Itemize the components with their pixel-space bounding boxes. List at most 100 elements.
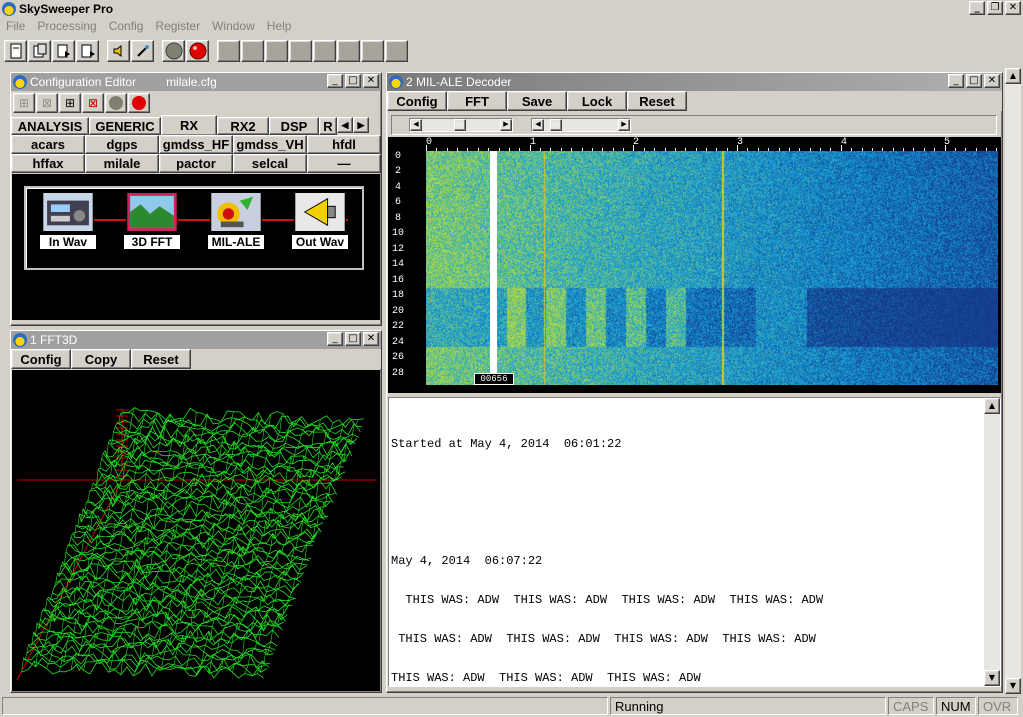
tab-r[interactable]: R xyxy=(319,117,337,135)
lock-button[interactable]: Lock xyxy=(567,91,627,111)
mdi-vertical-scrollbar[interactable]: ▲ ▼ xyxy=(1005,68,1021,694)
config-button[interactable]: Config xyxy=(11,349,71,369)
node-mil-ale[interactable]: MIL-ALE xyxy=(208,192,264,249)
slider-left-icon[interactable]: ◀ xyxy=(410,119,422,131)
maximize-icon[interactable]: □ xyxy=(345,332,361,346)
save-file-icon[interactable] xyxy=(52,40,75,62)
stop-icon[interactable] xyxy=(162,40,185,62)
decoder-hffax[interactable]: hffax xyxy=(11,154,85,173)
decoder-titlebar[interactable]: 2 MIL-ALE Decoder _ □ ✕ xyxy=(387,73,1002,91)
node-3d-fft[interactable]: 3D FFT xyxy=(124,192,180,249)
decoder-gmdss-vh[interactable]: gmdss_VH xyxy=(233,135,307,154)
minimize-icon[interactable]: _ xyxy=(327,74,343,88)
tab-rx[interactable]: RX xyxy=(161,115,217,135)
stop-icon[interactable] xyxy=(105,93,127,113)
copy-button[interactable]: Copy xyxy=(71,349,131,369)
status-text: Running xyxy=(610,697,886,715)
open-file-icon[interactable] xyxy=(28,40,51,62)
toolbar-slot-4[interactable] xyxy=(289,40,312,62)
fft3d-titlebar[interactable]: 1 FFT3D _ □ ✕ xyxy=(11,331,381,349)
tab-scroll-left-icon[interactable]: ◀ xyxy=(337,117,353,133)
tab-dsp[interactable]: DSP xyxy=(269,117,319,135)
close-icon[interactable]: ✕ xyxy=(363,74,379,88)
new-file-icon[interactable] xyxy=(4,40,27,62)
node-out-wav[interactable]: Out Wav xyxy=(292,192,348,249)
decoder-hfdl[interactable]: hfdl xyxy=(307,135,381,154)
minimize-icon[interactable]: _ xyxy=(948,74,964,88)
slider-thumb[interactable] xyxy=(550,119,562,131)
maximize-icon[interactable]: □ xyxy=(345,74,361,88)
record-icon[interactable] xyxy=(186,40,209,62)
scroll-down-icon[interactable]: ▼ xyxy=(984,670,1000,686)
toolbar-slot-7[interactable] xyxy=(361,40,384,62)
gain-slider[interactable]: ◀ ▶ xyxy=(409,118,513,132)
menu-processing[interactable]: Processing xyxy=(31,19,102,35)
record-icon[interactable] xyxy=(128,93,150,113)
toolbar-slot-6[interactable] xyxy=(337,40,360,62)
slider-left-icon[interactable]: ◀ xyxy=(532,119,544,131)
toolbar-slot-3[interactable] xyxy=(265,40,288,62)
close-icon[interactable]: ✕ xyxy=(363,332,379,346)
menu-file[interactable]: File xyxy=(0,19,31,35)
config-button[interactable]: Config xyxy=(387,91,447,111)
scroll-down-icon[interactable]: ▼ xyxy=(1005,678,1021,694)
tuning-marker[interactable] xyxy=(490,151,497,373)
minimize-icon[interactable]: _ xyxy=(327,332,343,346)
menu-register[interactable]: Register xyxy=(149,19,206,35)
fft-button[interactable]: FFT xyxy=(447,91,507,111)
decoder-milale[interactable]: milale xyxy=(85,154,159,173)
slider-right-icon[interactable]: ▶ xyxy=(618,119,630,131)
tab-scroll-right-icon[interactable]: ▶ xyxy=(353,117,369,133)
y-tick: 20 xyxy=(391,306,404,317)
tab-generic[interactable]: GENERIC xyxy=(89,117,161,135)
save-button[interactable]: Save xyxy=(507,91,567,111)
speaker-icon[interactable] xyxy=(107,40,130,62)
scroll-up-icon[interactable]: ▲ xyxy=(984,398,1000,414)
toolbar-slot-8[interactable] xyxy=(385,40,408,62)
insert-icon[interactable]: ⊞ xyxy=(59,93,81,113)
minimize-icon[interactable]: _ xyxy=(969,1,985,15)
decoder-gmdss-hf[interactable]: gmdss_HF xyxy=(159,135,233,154)
close-icon[interactable]: ✕ xyxy=(984,74,1000,88)
save-all-icon[interactable] xyxy=(76,40,99,62)
pin-icon[interactable] xyxy=(131,40,154,62)
fft3d-plot xyxy=(12,370,380,691)
tab-rx2[interactable]: RX2 xyxy=(217,117,269,135)
menu-config[interactable]: Config xyxy=(103,19,150,35)
add-node-icon[interactable]: ⊞ xyxy=(13,93,35,113)
menu-window[interactable]: Window xyxy=(206,19,261,35)
tab-analysis[interactable]: ANALYSIS xyxy=(11,117,89,135)
config-editor-titlebar[interactable]: Configuration Editor milale.cfg _ □ ✕ xyxy=(11,73,381,91)
menu-help[interactable]: Help xyxy=(261,19,298,35)
y-tick: 14 xyxy=(391,259,404,270)
num-indicator: NUM xyxy=(936,697,976,715)
reset-button[interactable]: Reset xyxy=(131,349,191,369)
decoder-dgps[interactable]: dgps xyxy=(85,135,159,154)
y-tick: 22 xyxy=(391,321,404,332)
decoder-more[interactable]: — xyxy=(307,154,381,173)
delete-node-icon[interactable]: ⊠ xyxy=(82,93,104,113)
scroll-up-icon[interactable]: ▲ xyxy=(1005,68,1021,84)
decoder-pactor[interactable]: pactor xyxy=(159,154,233,173)
toolbar-slot-1[interactable] xyxy=(217,40,240,62)
slider-right-icon[interactable]: ▶ xyxy=(500,119,512,131)
output-line: THIS WAS: ADW THIS WAS: ADW THIS WAS: AD… xyxy=(391,671,701,685)
delete-link-icon[interactable]: ⊠ xyxy=(36,93,58,113)
waterfall-spectrogram[interactable] xyxy=(426,151,998,385)
maximize-icon[interactable]: □ xyxy=(966,74,982,88)
toolbar-slot-2[interactable] xyxy=(241,40,264,62)
reset-button[interactable]: Reset xyxy=(627,91,687,111)
restore-icon[interactable]: ❐ xyxy=(987,1,1003,15)
output-scrollbar[interactable]: ▲ ▼ xyxy=(984,398,1000,686)
toolbar-slot-5[interactable] xyxy=(313,40,336,62)
decoder-output[interactable]: Started at May 4, 2014 06:01:22 May 4, 2… xyxy=(388,397,1001,687)
slider-thumb[interactable] xyxy=(454,119,466,131)
decoder-acars[interactable]: acars xyxy=(11,135,85,154)
contrast-slider[interactable]: ◀ ▶ xyxy=(531,118,631,132)
close-icon[interactable]: ✕ xyxy=(1005,1,1021,15)
node-in-wav[interactable]: In Wav xyxy=(40,192,96,249)
decoder-selcal[interactable]: selcal xyxy=(233,154,307,173)
app-title: SkySweeper Pro xyxy=(19,1,114,16)
